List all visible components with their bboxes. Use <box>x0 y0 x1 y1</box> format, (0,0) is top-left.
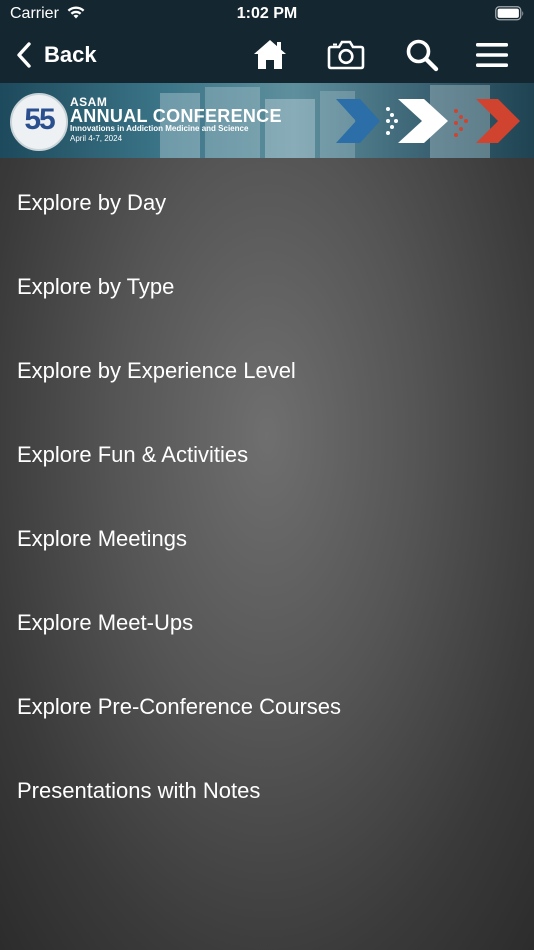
menu-item-presentations-with-notes[interactable]: Presentations with Notes <box>0 746 534 830</box>
banner-arrows-graphic <box>336 99 520 143</box>
menu-item-label: Explore Pre-Conference Courses <box>17 694 342 719</box>
navigation-bar: Back <box>0 28 534 83</box>
search-icon[interactable] <box>404 37 440 73</box>
camera-icon[interactable] <box>327 37 365 73</box>
battery-icon <box>495 6 525 26</box>
menu-item-label: Explore by Day <box>17 190 167 215</box>
badge-number: 55 <box>24 103 55 136</box>
menu-item-label: Explore by Type <box>17 274 175 299</box>
menu-item-explore-by-experience-level[interactable]: Explore by Experience Level <box>0 326 534 410</box>
menu-item-label: Explore Meetings <box>17 526 187 551</box>
menu-list: Explore by Day Explore by Type Explore b… <box>0 158 534 950</box>
menu-item-label: Explore Fun & Activities <box>17 442 249 467</box>
menu-item-explore-fun-activities[interactable]: Explore Fun & Activities <box>0 410 534 494</box>
status-time: 1:02 PM <box>236 5 298 22</box>
menu-item-explore-meetings[interactable]: Explore Meetings <box>0 494 534 578</box>
conference-banner: 55 ASAM ANNUAL CONFERENCE Innovations in… <box>0 83 534 158</box>
back-button[interactable]: Back <box>14 38 97 72</box>
banner-dates: April 4-7, 2024 <box>70 134 123 143</box>
menu-item-explore-by-day[interactable]: Explore by Day <box>0 158 534 242</box>
chevron-left-icon <box>17 42 31 68</box>
menu-item-label: Presentations with Notes <box>17 778 261 803</box>
back-label: Back <box>44 42 97 67</box>
menu-item-explore-pre-conference-courses[interactable]: Explore Pre-Conference Courses <box>0 662 534 746</box>
menu-item-explore-meet-ups[interactable]: Explore Meet-Ups <box>0 578 534 662</box>
menu-item-explore-by-type[interactable]: Explore by Type <box>0 242 534 326</box>
anniversary-badge: 55 <box>10 93 68 151</box>
status-bar: Carrier 1:02 PM <box>0 0 534 28</box>
menu-item-label: Explore Meet-Ups <box>17 610 194 635</box>
home-icon[interactable] <box>252 37 288 73</box>
menu-item-label: Explore by Experience Level <box>17 358 296 383</box>
hamburger-menu-icon[interactable] <box>474 37 510 73</box>
banner-tagline: Innovations in Addiction Medicine and Sc… <box>70 124 249 133</box>
